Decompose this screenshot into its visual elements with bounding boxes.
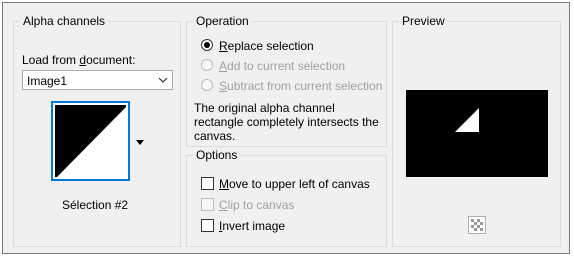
channel-thumbnail-image [53, 103, 128, 179]
load-from-document-label: Load from document: [22, 53, 136, 67]
document-select[interactable]: Image1 [22, 70, 173, 90]
radio-indicator [201, 79, 213, 91]
options-group: Options Move to upper left of canvas Cli… [186, 148, 387, 247]
clip-to-canvas-checkbox[interactable]: Clip to canvas [201, 197, 381, 213]
move-to-upper-left-label: Move to upper left of canvas [219, 177, 370, 191]
preview-background-button[interactable] [468, 216, 486, 234]
clip-to-canvas-label: Clip to canvas [219, 198, 295, 212]
replace-selection-label: Replace selection [219, 39, 314, 53]
invert-image-checkbox[interactable]: Invert image [201, 218, 381, 234]
add-to-selection-radio[interactable]: Add to current selection [201, 58, 381, 74]
channel-thumbnail[interactable] [51, 101, 130, 181]
preview-group: Preview [392, 14, 561, 247]
caret-down-icon [136, 140, 144, 145]
radio-indicator [201, 59, 213, 71]
preview-selection-shape [455, 108, 479, 132]
move-to-upper-left-checkbox[interactable]: Move to upper left of canvas [201, 176, 381, 192]
preview-title: Preview [399, 14, 448, 28]
operation-note: The original alpha channel rectangle com… [194, 101, 379, 143]
alpha-channels-title: Alpha channels [20, 14, 109, 28]
document-select-value: Image1 [27, 74, 68, 88]
checkerboard-icon [469, 217, 485, 233]
checkbox-indicator [201, 219, 214, 232]
thumbnail-caption: Sélection #2 [62, 198, 129, 212]
alpha-channels-group: Alpha channels Load from document: Image… [13, 14, 181, 247]
replace-selection-radio[interactable]: Replace selection [201, 38, 381, 54]
subtract-from-selection-label: Subtract from current selection [219, 79, 383, 93]
radio-indicator [201, 39, 213, 51]
add-to-selection-label: Add to current selection [219, 59, 346, 73]
operation-group: Operation Replace selection Add to curre… [186, 14, 387, 147]
dialog-panel: Alpha channels Load from document: Image… [2, 2, 570, 254]
options-title: Options [193, 148, 241, 162]
thumbnail-dropdown-arrow[interactable] [133, 137, 147, 151]
checkbox-indicator [201, 198, 214, 211]
preview-image [406, 90, 548, 177]
checkbox-indicator [201, 177, 214, 190]
chevron-down-icon [158, 77, 168, 83]
invert-image-label: Invert image [219, 219, 286, 233]
operation-title: Operation [193, 14, 252, 28]
subtract-from-selection-radio[interactable]: Subtract from current selection [201, 78, 386, 94]
